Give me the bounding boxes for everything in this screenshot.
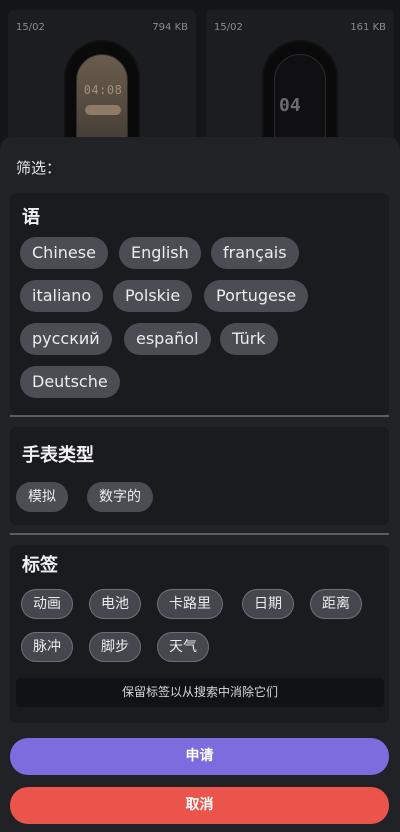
chip-pulse[interactable]: 脉冲 bbox=[21, 632, 73, 662]
card-date: 15/02 bbox=[214, 22, 243, 33]
chip-distance[interactable]: 距离 bbox=[310, 589, 362, 619]
watch-preview: 04 bbox=[264, 42, 336, 150]
chip-digital[interactable]: 数字的 bbox=[87, 482, 153, 512]
chip-analog[interactable]: 模拟 bbox=[16, 482, 68, 512]
chip-battery[interactable]: 电池 bbox=[89, 589, 141, 619]
filter-title: 筛选： bbox=[16, 159, 62, 177]
chip-turk[interactable]: Türk bbox=[220, 323, 278, 355]
section-divider bbox=[10, 415, 389, 417]
chip-polskie[interactable]: Polskie bbox=[113, 280, 193, 312]
filter-sheet: 筛选： 语 Chinese English français italiano … bbox=[0, 137, 400, 832]
watch-type-section: 手表类型 模拟 数字的 bbox=[10, 427, 389, 525]
chip-weather[interactable]: 天气 bbox=[157, 632, 209, 662]
card-date: 15/02 bbox=[16, 22, 45, 33]
tags-heading: 标签 bbox=[22, 555, 58, 576]
language-section: 语 Chinese English français italiano Pols… bbox=[10, 193, 389, 415]
cancel-button[interactable]: 取消 bbox=[10, 787, 389, 824]
section-divider bbox=[10, 533, 389, 535]
chip-steps[interactable]: 脚步 bbox=[89, 632, 141, 662]
watch-type-heading: 手表类型 bbox=[22, 445, 94, 466]
chip-date[interactable]: 日期 bbox=[242, 589, 294, 619]
chip-espanol[interactable]: español bbox=[124, 323, 211, 355]
card-size: 161 KB bbox=[350, 22, 386, 33]
tags-hint: 保留标签以从搜索中消除它们 bbox=[16, 678, 384, 707]
card-size: 794 KB bbox=[152, 22, 188, 33]
chip-animation[interactable]: 动画 bbox=[21, 589, 73, 619]
preview-time: 04:08 bbox=[83, 83, 123, 97]
chip-russian[interactable]: русский bbox=[20, 323, 112, 355]
chip-italiano[interactable]: italiano bbox=[20, 280, 104, 312]
watchface-card[interactable]: 15/02 794 KB 04:08 bbox=[8, 10, 196, 150]
watchface-grid: 15/02 794 KB 04:08 15/02 161 KB 04 bbox=[0, 0, 400, 150]
watch-preview: 04:08 bbox=[66, 42, 138, 150]
watchface-card[interactable]: 15/02 161 KB 04 bbox=[206, 10, 394, 150]
preview-time: 04 bbox=[279, 95, 301, 116]
chip-portugese[interactable]: Portugese bbox=[204, 280, 309, 312]
chip-chinese[interactable]: Chinese bbox=[20, 237, 108, 269]
apply-button[interactable]: 申请 bbox=[10, 738, 389, 775]
chip-francais[interactable]: français bbox=[211, 237, 299, 269]
chip-calories[interactable]: 卡路里 bbox=[157, 589, 223, 619]
language-heading: 语 bbox=[22, 207, 40, 228]
chip-deutsche[interactable]: Deutsche bbox=[20, 366, 120, 398]
preview-pill bbox=[85, 105, 121, 115]
chip-english[interactable]: English bbox=[119, 237, 201, 269]
